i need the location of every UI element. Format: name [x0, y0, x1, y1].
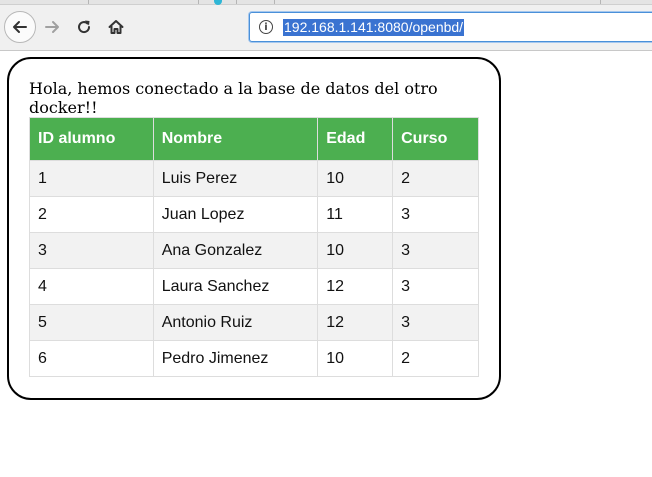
cell-age: 10 [317, 340, 394, 377]
students-table: ID alumno Nombre Edad Curso 1 Luis Perez… [29, 117, 479, 377]
cell-name: Juan Lopez [152, 196, 319, 233]
tab-separator [274, 0, 275, 4]
column-header-id: ID alumno [29, 117, 154, 161]
cell-name: Luis Perez [152, 160, 319, 197]
tab-separator [88, 0, 89, 4]
address-bar[interactable]: i 192.168.1.141:8080/openbd/ [249, 12, 652, 42]
tab-strip [0, 0, 652, 5]
info-icon[interactable]: i [259, 20, 273, 34]
cell-id: 3 [29, 232, 154, 269]
cell-age: 11 [317, 196, 394, 233]
table-row: 3 Ana Gonzalez 10 3 [29, 232, 479, 269]
cell-id: 1 [29, 160, 154, 197]
forward-button[interactable] [36, 11, 68, 43]
url-text[interactable]: 192.168.1.141:8080/openbd/ [283, 19, 465, 36]
column-header-name: Nombre [152, 117, 319, 161]
cell-id: 6 [29, 340, 154, 377]
cell-course: 2 [392, 160, 479, 197]
tab-separator [198, 0, 199, 4]
cell-id: 2 [29, 196, 154, 233]
table-row: 2 Juan Lopez 11 3 [29, 196, 479, 233]
forward-arrow-icon [45, 21, 59, 33]
back-button[interactable] [4, 11, 36, 43]
table-row: 5 Antonio Ruiz 12 3 [29, 304, 479, 341]
cell-course: 3 [392, 232, 479, 269]
page-greeting: Hola, hemos conectado a la base de datos… [29, 79, 438, 117]
cell-age: 10 [317, 232, 394, 269]
cell-name: Laura Sanchez [152, 268, 319, 305]
cell-age: 12 [317, 304, 394, 341]
reload-button[interactable] [68, 11, 100, 43]
back-arrow-icon [13, 21, 27, 33]
cell-course: 3 [392, 268, 479, 305]
cell-name: Ana Gonzalez [152, 232, 319, 269]
column-header-course: Curso [392, 117, 479, 161]
cell-name: Antonio Ruiz [152, 304, 319, 341]
table-header-row: ID alumno Nombre Edad Curso [29, 117, 479, 161]
cell-course: 3 [392, 304, 479, 341]
tab-separator [600, 0, 601, 4]
browser-toolbar: i 192.168.1.141:8080/openbd/ [0, 0, 652, 51]
cell-id: 5 [29, 304, 154, 341]
table-row: 6 Pedro Jimenez 10 2 [29, 340, 479, 377]
cell-age: 10 [317, 160, 394, 197]
home-button[interactable] [100, 11, 132, 43]
column-header-age: Edad [317, 117, 394, 161]
tab-separator [236, 0, 237, 4]
cell-name: Pedro Jimenez [152, 340, 319, 377]
reload-icon [78, 20, 91, 34]
cell-course: 2 [392, 340, 479, 377]
home-icon [108, 20, 124, 34]
cell-age: 12 [317, 268, 394, 305]
table-row: 1 Luis Perez 10 2 [29, 160, 479, 197]
table-row: 4 Laura Sanchez 12 3 [29, 268, 479, 305]
cell-course: 3 [392, 196, 479, 233]
cell-id: 4 [29, 268, 154, 305]
